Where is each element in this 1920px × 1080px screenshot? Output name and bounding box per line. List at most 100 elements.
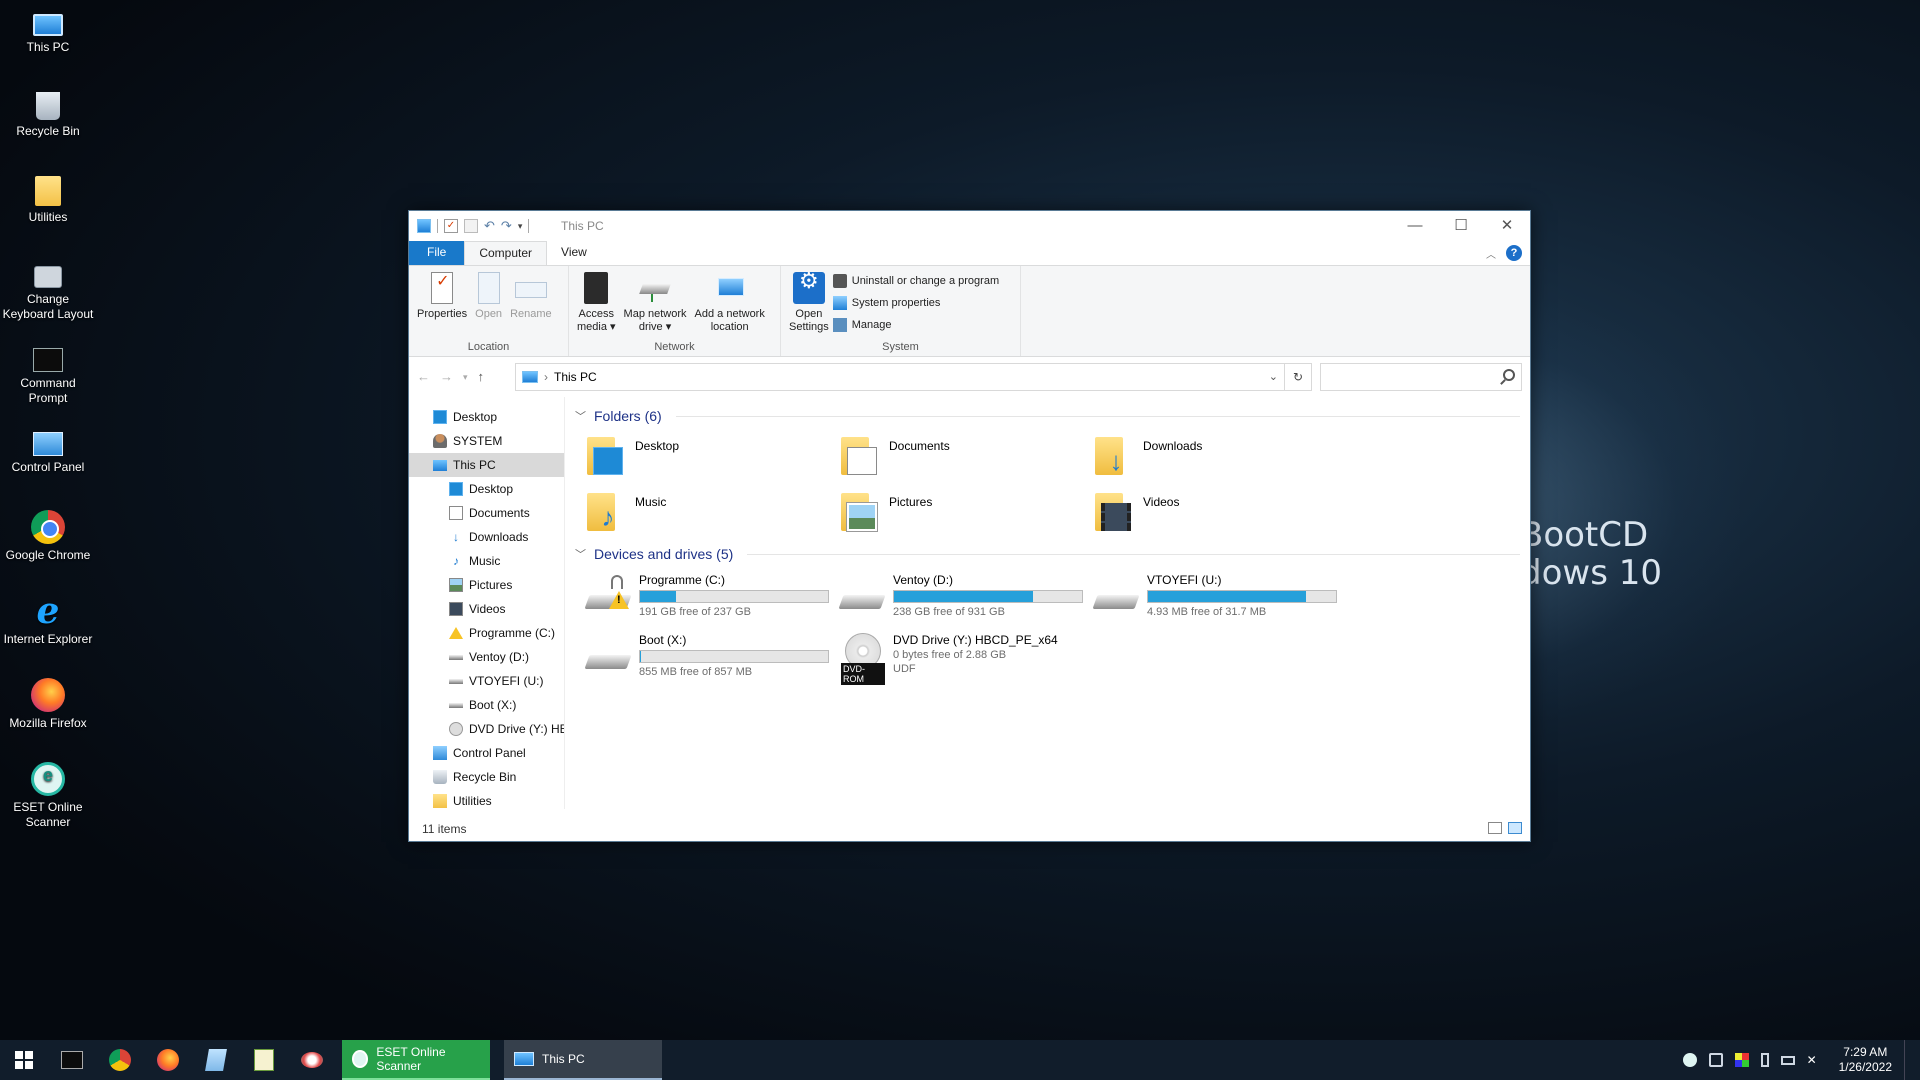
start-button[interactable]: [0, 1040, 48, 1080]
folder-tile-desktop[interactable]: Desktop: [587, 435, 841, 481]
taskbar-command-prompt[interactable]: [48, 1040, 96, 1080]
system-properties-button[interactable]: System properties: [832, 294, 999, 311]
desktop-icon-change-keyboard-layout[interactable]: Change Keyboard Layout: [0, 258, 96, 322]
up-arrow-icon[interactable]: ↑: [478, 369, 485, 385]
folder-tile-documents[interactable]: Documents: [841, 435, 1095, 481]
drive-usage-bar: [893, 590, 1083, 603]
desktop-icon-this-pc[interactable]: This PC: [0, 6, 96, 55]
drives-group-header[interactable]: ﹀ Devices and drives (5): [575, 543, 1520, 565]
nav-item-recycle-bin[interactable]: Recycle Bin: [409, 765, 564, 789]
nav-item-control-panel[interactable]: Control Panel: [409, 741, 564, 765]
title-bar[interactable]: ✓ ↶ ↷ ▾ This PC — ☐ ✕: [409, 211, 1530, 241]
nav-item-desktop[interactable]: Desktop: [409, 405, 564, 429]
desktop-icon-control-panel[interactable]: Control Panel: [0, 426, 96, 475]
clock[interactable]: 7:29 AM 1/26/2022: [1839, 1045, 1892, 1075]
access-media-label-1: Access: [578, 308, 614, 320]
maximize-button[interactable]: ☐: [1438, 211, 1484, 241]
address-toolbar: ← → ▾ ↑ › This PC ⌄ ↻: [409, 357, 1530, 397]
undo-icon[interactable]: ↶: [484, 218, 495, 234]
nav-item-videos[interactable]: Videos: [409, 597, 564, 621]
drive-tile-u[interactable]: VTOYEFI (U:) 4.93 MB free of 31.7 MB: [1092, 573, 1349, 625]
nav-item-pictures[interactable]: Pictures: [409, 573, 564, 597]
usb-icon[interactable]: [1760, 1053, 1769, 1067]
nav-item-documents[interactable]: Documents: [409, 501, 564, 525]
uninstall-program-button[interactable]: Uninstall or change a program: [832, 272, 999, 289]
eset-icon: [31, 762, 65, 796]
desktop-icon-eset-online-scanner[interactable]: ESET Online Scanner: [0, 762, 96, 830]
taskbar-firefox[interactable]: [144, 1040, 192, 1080]
color-icon[interactable]: [1734, 1053, 1749, 1067]
minimize-button[interactable]: —: [1392, 211, 1438, 241]
folder-tile-music[interactable]: ♪ Music: [587, 491, 841, 537]
folders-group-header[interactable]: ﹀ Folders (6): [575, 405, 1520, 427]
tiles-view-icon[interactable]: [1508, 822, 1522, 834]
chevron-down-icon[interactable]: ﹀: [575, 408, 586, 424]
address-history-chevron-icon[interactable]: ⌄: [1269, 370, 1278, 383]
drive-tile-d[interactable]: Ventoy (D:) 238 GB free of 931 GB: [838, 573, 1095, 625]
tab-view[interactable]: View: [547, 241, 601, 265]
recent-chevron-icon[interactable]: ▾: [463, 369, 468, 385]
redo-icon[interactable]: ↷: [501, 218, 512, 234]
address-bar[interactable]: › This PC ⌄: [515, 363, 1285, 391]
back-arrow-icon[interactable]: ←: [417, 369, 430, 385]
windows-logo-icon: [15, 1051, 33, 1069]
nav-item-downloads[interactable]: ↓ Downloads: [409, 525, 564, 549]
taskbar-eset-online-scanner[interactable]: ESET Online Scanner: [342, 1040, 490, 1080]
search-icon[interactable]: [1503, 369, 1515, 381]
desktop-icon-command-prompt[interactable]: Command Prompt: [0, 342, 96, 406]
drive-warning-icon: [449, 627, 463, 639]
manage-button[interactable]: Manage: [832, 316, 999, 333]
videos-folder-icon: [1095, 491, 1133, 533]
drive-tile-dvd-y[interactable]: DVD-ROM DVD Drive (Y:) HBCD_PE_x64 0 byt…: [841, 633, 1095, 685]
desktop-icon: [449, 482, 463, 496]
drive-tile-x[interactable]: Boot (X:) 855 MB free of 857 MB: [584, 633, 841, 685]
show-desktop-button[interactable]: [1904, 1040, 1908, 1080]
nav-item-desktop[interactable]: Desktop: [409, 477, 564, 501]
desktop-icon-recycle-bin[interactable]: Recycle Bin: [0, 92, 96, 139]
tab-computer[interactable]: Computer: [464, 241, 548, 265]
desktop-icon-google-chrome[interactable]: Google Chrome: [0, 510, 96, 563]
search-input[interactable]: [1321, 364, 1491, 390]
chevron-down-icon[interactable]: ﹀: [575, 546, 586, 562]
desktop-icon-utilities[interactable]: Utilities: [0, 176, 96, 225]
drive-tile-c[interactable]: ! Programme (C:) 191 GB free of 237 GB: [584, 573, 841, 625]
nav-item-drive-d[interactable]: Ventoy (D:): [409, 645, 564, 669]
breadcrumb-this-pc[interactable]: This PC: [554, 370, 597, 384]
nav-item-utilities[interactable]: Utilities: [409, 789, 564, 809]
battery-icon[interactable]: [1780, 1055, 1795, 1065]
nav-item-system[interactable]: SYSTEM: [409, 429, 564, 453]
taskbar-file-explorer[interactable]: This PC: [504, 1040, 662, 1080]
nav-item-this-pc[interactable]: This PC: [409, 453, 564, 477]
properties-qat-icon[interactable]: ✓: [444, 219, 458, 233]
control-panel-icon: [433, 746, 447, 760]
network-icon[interactable]: [1708, 1053, 1723, 1067]
user-icon: [433, 434, 447, 448]
taskbar-chrome[interactable]: [96, 1040, 144, 1080]
taskbar-app-5[interactable]: [240, 1040, 288, 1080]
eset-icon: [352, 1050, 369, 1068]
collapse-ribbon-chevron-icon[interactable]: ︿: [1486, 246, 1496, 261]
tab-file[interactable]: File: [409, 241, 465, 265]
nav-item-drive-u[interactable]: VTOYEFI (U:): [409, 669, 564, 693]
nav-item-music[interactable]: ♪ Music: [409, 549, 564, 573]
nav-item-drive-c[interactable]: Programme (C:): [409, 621, 564, 645]
help-icon[interactable]: ?: [1506, 245, 1522, 261]
nav-item-drive-x[interactable]: Boot (X:): [409, 693, 564, 717]
drive-free-space: 855 MB free of 857 MB: [639, 666, 753, 678]
refresh-button[interactable]: ↻: [1284, 363, 1312, 391]
volume-muted-icon[interactable]: ✕: [1807, 1053, 1821, 1067]
taskbar-app-4[interactable]: [192, 1040, 240, 1080]
close-button[interactable]: ✕: [1484, 211, 1530, 241]
desktop-icon-mozilla-firefox[interactable]: Mozilla Firefox: [0, 678, 96, 731]
folder-tile-pictures[interactable]: Pictures: [841, 491, 1095, 537]
taskbar-app-6[interactable]: [288, 1040, 336, 1080]
forward-arrow-icon[interactable]: →: [440, 369, 453, 385]
desktop-icon-internet-explorer[interactable]: e Internet Explorer: [0, 593, 96, 647]
eset-tray-icon[interactable]: [1682, 1053, 1697, 1067]
details-view-icon[interactable]: [1488, 822, 1502, 834]
folder-tile-videos[interactable]: Videos: [1095, 491, 1349, 537]
folder-tile-downloads[interactable]: ↓ Downloads: [1095, 435, 1349, 481]
nav-item-dvd-drive-y[interactable]: DVD Drive (Y:) HBCD_PE_x64: [409, 717, 564, 741]
new-folder-qat-icon[interactable]: [464, 219, 478, 233]
customize-qat-chevron-icon[interactable]: ▾: [518, 221, 523, 232]
